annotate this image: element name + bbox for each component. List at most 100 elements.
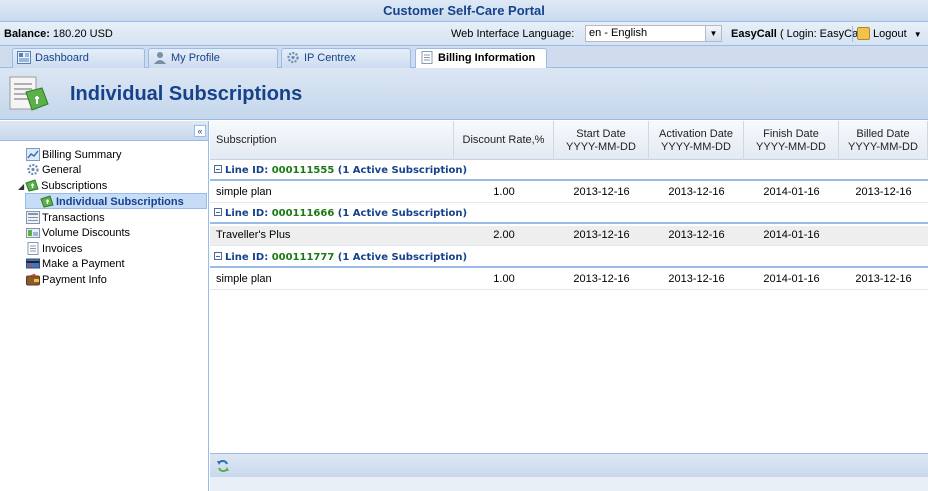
balance-value: 180.20 USD [52,28,113,40]
cell-start-date: 2013-12-16 [573,229,630,241]
sidebar-item-label: Subscriptions [41,180,108,192]
sidebar-item-label: Volume Discounts [42,227,131,239]
group-prefix: Line ID: [225,208,269,219]
refresh-icon[interactable] [216,459,230,473]
subscriptions-grid: Subscription Discount Rate,% Start Date Y… [210,121,928,453]
sidebar-item-invoices[interactable]: Invoices [26,241,82,257]
tab-dashboard[interactable]: Dashboard [12,48,145,68]
grid-toolbar [210,453,928,477]
column-header-billed-date[interactable]: Billed Date YYYY-MM-DD [839,121,928,160]
column-header-discount-rate[interactable]: Discount Rate,% [454,121,554,160]
collapse-group-icon[interactable] [214,208,222,216]
bottom-strip [210,477,928,491]
column-header-start-date[interactable]: Start Date YYYY-MM-DD [554,121,649,160]
tab-label: Dashboard [35,52,89,64]
tab-ip-centrex[interactable]: IP Centrex [281,48,411,68]
document-icon [421,51,433,64]
sidebar-item-label: General [42,164,82,176]
discount-icon [26,228,40,238]
cell-finish-date: 2014-01-16 [763,186,820,198]
table-row[interactable]: simple plan 1.00 2013-12-16 2013-12-16 2… [210,270,928,290]
table-row[interactable]: simple plan 1.00 2013-12-16 2013-12-16 2… [210,183,928,203]
cell-billed-date: 2013-12-16 [855,273,912,285]
sidebar-item-label: Transactions [42,212,105,224]
sidebar-item-label: Billing Summary [42,149,122,161]
user-icon [154,52,166,64]
cell-activation-date: 2013-12-16 [668,186,725,198]
tab-label: Billing Information [438,52,536,64]
tab-label: My Profile [171,52,220,64]
collapse-group-icon[interactable] [214,252,222,260]
cell-activation-date: 2013-12-16 [668,229,725,241]
sidebar-item-billing-summary[interactable]: Billing Summary [26,147,121,163]
cell-billed-date: 2013-12-16 [855,186,912,198]
sidebar-item-make-a-payment[interactable]: Make a Payment [26,256,125,272]
column-header-subscription[interactable]: Subscription [210,121,454,160]
sidebar-item-individual-subscriptions[interactable]: Individual Subscriptions [25,193,207,209]
column-header-finish-date[interactable]: Finish Date YYYY-MM-DD [744,121,839,160]
main-tabs: Dashboard My Profile IP Centrex Billing … [0,46,928,69]
wallet-icon [26,273,40,286]
subscriptions-icon [25,179,39,192]
cell-activation-date: 2013-12-16 [668,273,725,285]
sidebar-item-general[interactable]: General [26,162,81,178]
cell-subscription: simple plan [216,186,272,198]
sidebar-item-label: Make a Payment [42,258,125,270]
sidebar-item-subscriptions[interactable]: ◢ Subscriptions [18,178,107,194]
expanded-triangle-icon[interactable]: ◢ [18,182,24,191]
cell-finish-date: 2014-01-16 [763,229,820,241]
cell-start-date: 2013-12-16 [573,273,630,285]
cell-billed-date [839,226,928,245]
chevron-down-icon[interactable]: ▼ [705,26,721,41]
language-label: Web Interface Language: [451,28,575,40]
language-value: en - English [589,27,648,39]
logout-label: Logout [873,28,907,40]
sidebar-item-label: Invoices [42,243,83,255]
collapse-group-icon[interactable] [214,165,222,173]
group-header[interactable]: Line ID: 000111666 (1 Active Subscriptio… [210,206,928,224]
page-title: Individual Subscriptions [70,83,303,105]
collapse-sidebar-button[interactable]: « [194,125,206,137]
page-header: Individual Subscriptions [0,68,928,120]
logout-button[interactable]: Logout ▼ [857,25,922,43]
balance: Balance: 180.20 USD [4,28,113,40]
tab-billing-information[interactable]: Billing Information [415,48,547,69]
portal-title: Customer Self-Care Portal [0,0,928,22]
group-header[interactable]: Line ID: 000111555 (1 Active Subscriptio… [210,163,928,181]
sidebar: « Billing Summary General ◢ Subscriptions… [0,121,209,491]
sidebar-header: « [0,121,208,141]
cell-subscription: simple plan [216,273,272,285]
chevron-down-icon[interactable]: ▼ [914,30,922,39]
lock-icon [857,27,870,40]
group-line-id: 000111666 [271,208,335,219]
column-header-activation-date[interactable]: Activation Date YYYY-MM-DD [649,121,744,160]
user-name: EasyCall [731,28,777,40]
invoice-icon [27,242,39,255]
chart-icon [26,148,40,161]
payment-icon [26,258,40,269]
grid-header: Subscription Discount Rate,% Start Date Y… [210,121,928,160]
subscriptions-page-icon [9,76,49,111]
dashboard-icon [17,51,31,64]
table-row[interactable]: Traveller's Plus 2.00 2013-12-16 2013-12… [210,226,928,246]
transactions-icon [26,211,40,224]
tab-label: IP Centrex [304,52,356,64]
group-header[interactable]: Line ID: 000111777 (1 Active Subscriptio… [210,250,928,268]
group-prefix: Line ID: [225,252,269,263]
group-suffix: (1 Active Subscription) [337,208,468,219]
top-bar: Balance: 180.20 USD Web Interface Langua… [0,22,928,46]
cell-start-date: 2013-12-16 [573,186,630,198]
tab-my-profile[interactable]: My Profile [148,48,278,68]
sidebar-item-label: Payment Info [42,274,107,286]
gear-icon [27,163,39,176]
sidebar-item-payment-info[interactable]: Payment Info [26,272,107,288]
subscription-icon [40,195,54,208]
gear-icon [287,51,299,64]
sidebar-item-transactions[interactable]: Transactions [26,210,105,226]
sidebar-item-volume-discounts[interactable]: Volume Discounts [26,225,130,241]
group-suffix: (1 Active Subscription) [337,252,468,263]
cell-discount: 2.00 [493,229,515,241]
cell-subscription: Traveller's Plus [216,229,291,241]
group-line-id: 000111555 [271,165,335,176]
language-select[interactable]: en - English ▼ [585,25,722,42]
